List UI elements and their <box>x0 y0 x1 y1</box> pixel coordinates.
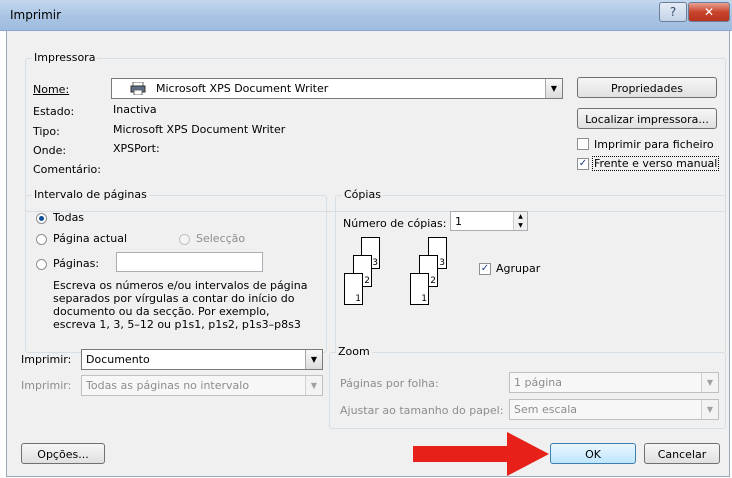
collate-checkbox[interactable]: ✓ <box>479 263 491 275</box>
printer-status-label: Estado: <box>33 105 75 118</box>
cancel-button[interactable]: Cancelar <box>644 443 720 464</box>
printer-icon <box>130 81 146 98</box>
printer-name-label: Nome: <box>33 83 70 96</box>
find-printer-button[interactable]: Localizar impressora... <box>577 108 717 129</box>
printer-status-value: Inactiva <box>113 103 157 116</box>
printer-name-value: Microsoft XPS Document Writer <box>156 82 329 95</box>
print-what-label: Imprimir: <box>21 353 72 366</box>
page-number: 2 <box>430 276 436 286</box>
printer-comment-label: Comentário: <box>33 163 101 176</box>
copies-count-label: Número de cópias: <box>343 217 447 230</box>
dialog-client: Impressora Nome: Microsoft XPS Document … <box>6 31 730 477</box>
pages-input[interactable] <box>116 252 263 272</box>
window-title: Imprimir <box>10 8 62 22</box>
selection-radio <box>179 234 190 245</box>
page-number: 2 <box>364 276 370 286</box>
close-button[interactable]: ✕ <box>688 2 730 22</box>
scale-value: Sem escala <box>514 403 578 416</box>
print-what-value: Documento <box>86 353 150 366</box>
properties-button[interactable]: Propriedades <box>577 77 717 98</box>
pages-label[interactable]: Páginas: <box>53 257 99 270</box>
printer-where-label: Onde: <box>33 144 67 157</box>
all-pages-label[interactable]: Todas <box>53 211 84 224</box>
page-number: 3 <box>439 258 445 268</box>
chevron-down-icon: ▼ <box>701 400 718 419</box>
page-number: 1 <box>355 294 361 304</box>
print-pages-select: Todas as páginas no intervalo ▼ <box>81 375 323 396</box>
pages-per-sheet-label: Páginas por folha: <box>340 377 439 390</box>
page-icon: 1 <box>410 273 429 305</box>
printer-type-value: Microsoft XPS Document Writer <box>113 123 286 136</box>
pages-per-sheet-select: 1 página ▼ <box>509 372 719 393</box>
copies-count-input[interactable]: 1 ▲ ▼ <box>450 211 528 231</box>
printer-type-label: Tipo: <box>33 125 60 138</box>
print-to-file-checkbox[interactable] <box>577 138 589 150</box>
zoom-group-label: Zoom <box>336 345 372 358</box>
scale-label: Ajustar ao tamanho do papel: <box>340 404 504 417</box>
chevron-down-icon: ▼ <box>701 373 718 392</box>
spin-up-icon[interactable]: ▲ <box>513 212 527 221</box>
page-icon: 1 <box>344 273 363 305</box>
options-button[interactable]: Opções... <box>21 443 105 464</box>
collate-label[interactable]: Agrupar <box>496 262 540 275</box>
page-range-help-text: Escreva os números e/ou intervalos de pá… <box>53 279 308 331</box>
scale-select: Sem escala ▼ <box>509 399 719 420</box>
spin-down-icon[interactable]: ▼ <box>513 221 527 230</box>
print-what-select[interactable]: Documento ▼ <box>81 349 323 370</box>
chevron-down-icon[interactable]: ▼ <box>305 350 322 369</box>
page-number: 3 <box>372 258 378 268</box>
copies-count-value: 1 <box>455 215 462 228</box>
duplex-label[interactable]: Frente e verso manual <box>592 156 720 171</box>
printer-where-value: XPSPort: <box>113 142 160 155</box>
red-arrow-icon <box>413 432 549 476</box>
all-pages-radio[interactable] <box>36 213 47 224</box>
selection-label: Selecção <box>196 232 246 245</box>
duplex-checkbox[interactable]: ✓ <box>577 158 589 170</box>
print-pages-label: Imprimir: <box>21 379 72 392</box>
title-bar[interactable] <box>0 0 732 31</box>
pages-radio[interactable] <box>36 259 47 270</box>
pages-per-sheet-value: 1 página <box>514 376 562 389</box>
copies-group-label: Cópias <box>342 188 383 201</box>
current-page-label[interactable]: Página actual <box>53 232 127 245</box>
chevron-down-icon: ▼ <box>305 376 322 395</box>
print-pages-value: Todas as páginas no intervalo <box>86 379 250 392</box>
page-range-group-label: Intervalo de páginas <box>32 188 149 201</box>
page-number: 1 <box>421 294 427 304</box>
printer-group-label: Impressora <box>32 51 98 64</box>
ok-button[interactable]: OK <box>550 443 636 464</box>
help-button[interactable]: ? <box>659 2 687 22</box>
chevron-down-icon[interactable]: ▼ <box>545 79 562 98</box>
current-page-radio[interactable] <box>36 234 47 245</box>
print-to-file-label[interactable]: Imprimir para ficheiro <box>594 138 714 151</box>
printer-name-select[interactable]: Microsoft XPS Document Writer ▼ <box>111 78 563 99</box>
